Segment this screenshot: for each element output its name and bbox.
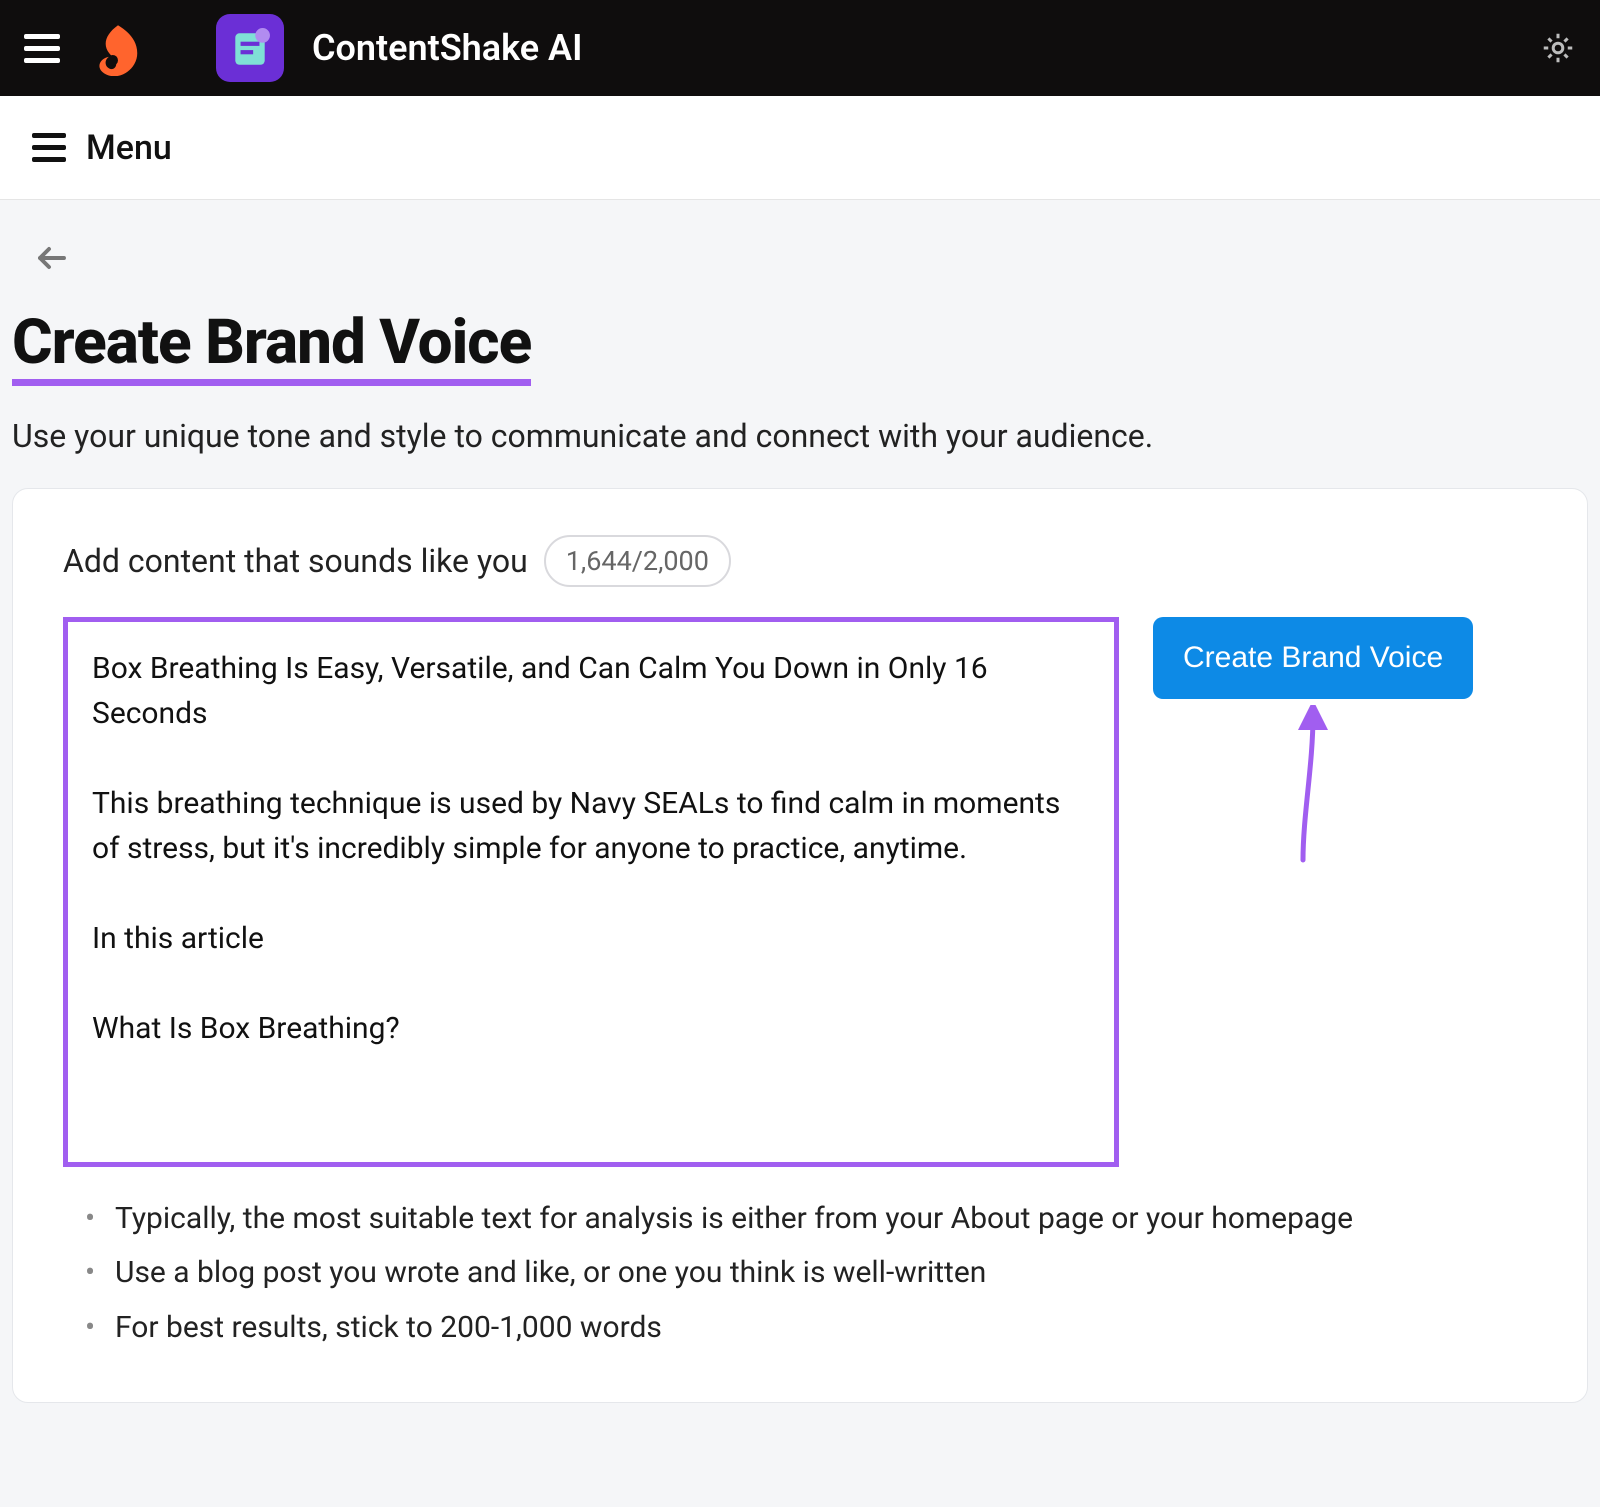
page-subtitle: Use your unique tone and style to commun… [12, 416, 1588, 458]
tip-item: Use a blog post you wrote and like, or o… [85, 1253, 1537, 1294]
menu-hamburger-icon[interactable] [32, 133, 66, 162]
editor-prompt-label: Add content that sounds like you [63, 542, 528, 580]
app-title: ContentShake AI [312, 27, 582, 69]
settings-gear-icon[interactable] [1540, 30, 1576, 66]
annotation-arrow-icon [1283, 705, 1343, 865]
editor-header: Add content that sounds like you 1,644/2… [63, 535, 1537, 587]
topbar: ContentShake AI [0, 0, 1600, 96]
create-brand-voice-button[interactable]: Create Brand Voice [1153, 617, 1473, 699]
back-arrow-icon[interactable] [34, 240, 74, 280]
tips-list: Typically, the most suitable text for an… [63, 1199, 1537, 1349]
content-textarea[interactable]: Box Breathing Is Easy, Versatile, and Ca… [63, 617, 1119, 1167]
menubar: Menu [0, 96, 1600, 200]
editor-card: Add content that sounds like you 1,644/2… [12, 488, 1588, 1404]
page-content: Create Brand Voice Use your unique tone … [0, 200, 1600, 1433]
menu-label[interactable]: Menu [86, 128, 172, 168]
char-counter-badge: 1,644/2,000 [544, 535, 731, 587]
semrush-logo-icon[interactable] [88, 18, 148, 78]
tip-item: For best results, stick to 200-1,000 wor… [85, 1308, 1537, 1349]
tip-item: Typically, the most suitable text for an… [85, 1199, 1537, 1240]
page-title: Create Brand Voice [12, 310, 531, 386]
app-icon[interactable] [216, 14, 284, 82]
hamburger-icon[interactable] [24, 34, 60, 63]
